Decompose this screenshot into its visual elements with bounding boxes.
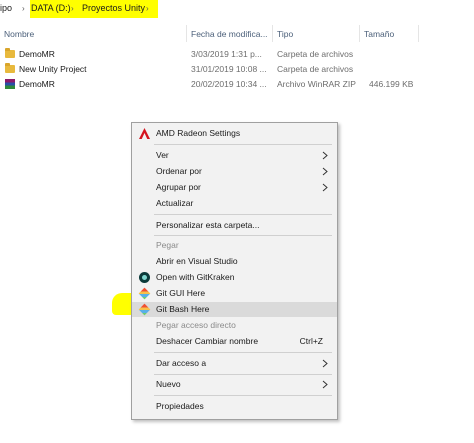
file-name: DemoMR: [19, 79, 55, 89]
menu-item-amd-radeon[interactable]: AMD Radeon Settings: [132, 126, 337, 141]
list-item[interactable]: DemoMR 20/02/2019 10:34 ... Archivo WinR…: [0, 77, 474, 92]
menu-separator: [154, 144, 332, 145]
column-divider[interactable]: [418, 25, 419, 42]
menu-item-nuevo[interactable]: Nuevo: [132, 377, 337, 392]
file-date: 31/01/2019 10:08 ...: [191, 64, 267, 74]
menu-item-gitkraken[interactable]: Open with GitKraken: [132, 270, 337, 285]
file-type: Carpeta de archivos: [277, 64, 354, 74]
menu-item-label: Dar acceso a: [156, 358, 207, 368]
menu-item-label: Deshacer Cambiar nombre: [156, 336, 259, 346]
column-divider[interactable]: [272, 25, 273, 42]
menu-item-personalizar[interactable]: Personalizar esta carpeta...: [132, 218, 337, 233]
menu-separator: [154, 395, 332, 396]
shortcut-label: Ctrl+Z: [299, 336, 323, 346]
menu-item-pegar: Pegar: [132, 238, 337, 253]
menu-separator: [154, 374, 332, 375]
file-size: 446.199 KB: [369, 79, 414, 89]
git-icon: [138, 303, 151, 316]
chevron-right-icon: [322, 167, 328, 176]
menu-item-label: Pegar acceso directo: [156, 320, 236, 330]
menu-item-label: Git Bash Here: [156, 304, 210, 314]
menu-item-ver[interactable]: Ver: [132, 148, 337, 163]
menu-separator: [154, 352, 332, 353]
column-header-date[interactable]: Fecha de modifica...: [191, 28, 268, 40]
file-name: DemoMR: [19, 49, 55, 59]
menu-item-label: Nuevo: [156, 379, 181, 389]
menu-item-actualizar[interactable]: Actualizar: [132, 196, 337, 211]
folder-icon: [5, 48, 15, 58]
menu-item-label: AMD Radeon Settings: [156, 128, 241, 138]
menu-item-label: Actualizar: [156, 198, 194, 208]
menu-item-propiedades[interactable]: Propiedades: [132, 399, 337, 414]
list-item[interactable]: New Unity Project 31/01/2019 10:08 ... C…: [0, 62, 474, 77]
menu-item-label: Propiedades: [156, 401, 204, 411]
column-divider[interactable]: [359, 25, 360, 42]
chevron-right-icon: [322, 380, 328, 389]
breadcrumb-prefix[interactable]: ipo: [0, 2, 12, 15]
menu-item-label: Git GUI Here: [156, 288, 206, 298]
chevron-right-icon: [322, 359, 328, 368]
menu-item-label: Abrir en Visual Studio: [156, 256, 238, 266]
file-date: 3/03/2019 1:31 p...: [191, 49, 262, 59]
menu-separator: [154, 214, 332, 215]
file-date: 20/02/2019 10:34 ...: [191, 79, 267, 89]
menu-item-dar-acceso[interactable]: Dar acceso a: [132, 356, 337, 371]
chevron-right-icon: [322, 151, 328, 160]
file-type: Carpeta de archivos: [277, 49, 354, 59]
breadcrumb-folder[interactable]: Proyectos Unity: [82, 2, 145, 15]
menu-item-pegar-acceso-directo: Pegar acceso directo: [132, 318, 337, 333]
menu-item-label: Ver: [156, 150, 169, 160]
menu-item-label: Open with GitKraken: [156, 272, 235, 282]
menu-item-ordenar-por[interactable]: Ordenar por: [132, 164, 337, 179]
context-menu: AMD Radeon Settings Ver Ordenar por Agru…: [131, 122, 338, 420]
column-divider[interactable]: [186, 25, 187, 42]
chevron-right-icon: [322, 183, 328, 192]
menu-item-label: Pegar: [156, 240, 179, 250]
amd-icon: [139, 128, 150, 139]
chevron-right-icon: ›: [71, 4, 74, 13]
menu-item-label: Agrupar por: [156, 182, 201, 192]
git-icon: [138, 287, 151, 300]
menu-item-agrupar-por[interactable]: Agrupar por: [132, 180, 337, 195]
menu-item-label: Ordenar por: [156, 166, 202, 176]
column-header-size[interactable]: Tamaño: [364, 28, 394, 40]
menu-item-label: Personalizar esta carpeta...: [156, 220, 260, 230]
winrar-icon: [5, 79, 15, 89]
column-header-type[interactable]: Tipo: [277, 28, 293, 40]
chevron-right-icon: ›: [22, 4, 25, 13]
menu-separator: [154, 235, 332, 236]
menu-item-git-gui[interactable]: Git GUI Here: [132, 286, 337, 301]
list-item[interactable]: DemoMR 3/03/2019 1:31 p... Carpeta de ar…: [0, 47, 474, 62]
breadcrumb-drive[interactable]: DATA (D:): [31, 2, 71, 15]
breadcrumb: ipo › DATA (D:) › Proyectos Unity ›: [0, 0, 474, 18]
folder-icon: [5, 63, 15, 73]
file-type: Archivo WinRAR ZIP: [277, 79, 356, 89]
chevron-right-icon: ›: [146, 4, 149, 13]
column-header-name[interactable]: Nombre: [4, 28, 34, 40]
file-name: New Unity Project: [19, 64, 87, 74]
menu-item-deshacer[interactable]: Deshacer Cambiar nombre Ctrl+Z: [132, 334, 337, 349]
menu-item-visual-studio[interactable]: Abrir en Visual Studio: [132, 254, 337, 269]
gitkraken-icon: [139, 272, 150, 283]
menu-item-git-bash[interactable]: Git Bash Here: [132, 302, 337, 317]
